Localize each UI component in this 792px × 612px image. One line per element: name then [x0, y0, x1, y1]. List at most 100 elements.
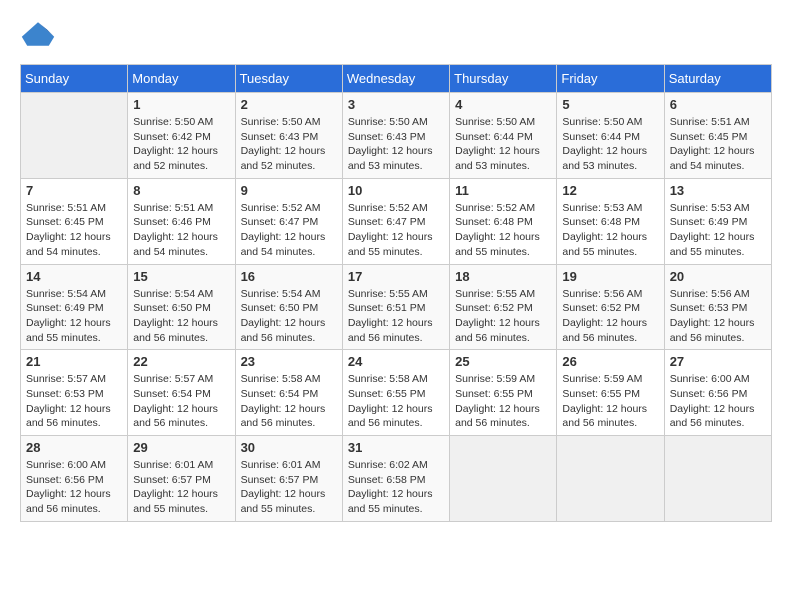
sunset-text: Sunset: 6:54 PM — [241, 388, 319, 400]
daylight-text: Daylight: 12 hours and 54 minutes. — [241, 231, 326, 258]
sunrise-text: Sunrise: 5:55 AM — [455, 288, 535, 300]
sunrise-text: Sunrise: 5:56 AM — [670, 288, 750, 300]
header-thursday: Thursday — [450, 65, 557, 93]
day-number: 3 — [348, 97, 444, 112]
sunrise-text: Sunrise: 5:51 AM — [670, 116, 750, 128]
daylight-text: Daylight: 12 hours and 56 minutes. — [670, 317, 755, 344]
calendar-cell: 14 Sunrise: 5:54 AM Sunset: 6:49 PM Dayl… — [21, 264, 128, 350]
day-number: 19 — [562, 269, 658, 284]
day-info: Sunrise: 5:52 AM Sunset: 6:47 PM Dayligh… — [348, 201, 444, 260]
logo — [20, 20, 60, 48]
daylight-text: Daylight: 12 hours and 55 minutes. — [133, 488, 218, 515]
sunset-text: Sunset: 6:49 PM — [26, 302, 104, 314]
sunrise-text: Sunrise: 5:53 AM — [562, 202, 642, 214]
calendar-cell: 30 Sunrise: 6:01 AM Sunset: 6:57 PM Dayl… — [235, 436, 342, 522]
sunset-text: Sunset: 6:44 PM — [562, 131, 640, 143]
calendar-cell: 25 Sunrise: 5:59 AM Sunset: 6:55 PM Dayl… — [450, 350, 557, 436]
sunset-text: Sunset: 6:48 PM — [455, 216, 533, 228]
sunrise-text: Sunrise: 6:02 AM — [348, 459, 428, 471]
sunset-text: Sunset: 6:54 PM — [133, 388, 211, 400]
day-info: Sunrise: 5:57 AM Sunset: 6:54 PM Dayligh… — [133, 372, 229, 431]
sunrise-text: Sunrise: 5:59 AM — [562, 373, 642, 385]
day-number: 13 — [670, 183, 766, 198]
day-info: Sunrise: 5:51 AM Sunset: 6:45 PM Dayligh… — [26, 201, 122, 260]
sunset-text: Sunset: 6:56 PM — [26, 474, 104, 486]
sunset-text: Sunset: 6:51 PM — [348, 302, 426, 314]
week-row-1: 1 Sunrise: 5:50 AM Sunset: 6:42 PM Dayli… — [21, 93, 772, 179]
calendar-cell: 31 Sunrise: 6:02 AM Sunset: 6:58 PM Dayl… — [342, 436, 449, 522]
calendar-cell: 10 Sunrise: 5:52 AM Sunset: 6:47 PM Dayl… — [342, 178, 449, 264]
calendar-cell: 8 Sunrise: 5:51 AM Sunset: 6:46 PM Dayli… — [128, 178, 235, 264]
day-info: Sunrise: 6:02 AM Sunset: 6:58 PM Dayligh… — [348, 458, 444, 517]
daylight-text: Daylight: 12 hours and 52 minutes. — [241, 145, 326, 172]
daylight-text: Daylight: 12 hours and 56 minutes. — [241, 403, 326, 430]
header-friday: Friday — [557, 65, 664, 93]
calendar-cell: 27 Sunrise: 6:00 AM Sunset: 6:56 PM Dayl… — [664, 350, 771, 436]
daylight-text: Daylight: 12 hours and 56 minutes. — [133, 317, 218, 344]
week-row-3: 14 Sunrise: 5:54 AM Sunset: 6:49 PM Dayl… — [21, 264, 772, 350]
sunset-text: Sunset: 6:55 PM — [562, 388, 640, 400]
day-number: 23 — [241, 354, 337, 369]
daylight-text: Daylight: 12 hours and 56 minutes. — [348, 317, 433, 344]
sunset-text: Sunset: 6:47 PM — [348, 216, 426, 228]
day-info: Sunrise: 5:58 AM Sunset: 6:54 PM Dayligh… — [241, 372, 337, 431]
daylight-text: Daylight: 12 hours and 56 minutes. — [348, 403, 433, 430]
sunset-text: Sunset: 6:47 PM — [241, 216, 319, 228]
calendar-cell: 5 Sunrise: 5:50 AM Sunset: 6:44 PM Dayli… — [557, 93, 664, 179]
calendar-cell: 4 Sunrise: 5:50 AM Sunset: 6:44 PM Dayli… — [450, 93, 557, 179]
calendar-cell — [557, 436, 664, 522]
daylight-text: Daylight: 12 hours and 56 minutes. — [133, 403, 218, 430]
daylight-text: Daylight: 12 hours and 54 minutes. — [670, 145, 755, 172]
day-info: Sunrise: 5:57 AM Sunset: 6:53 PM Dayligh… — [26, 372, 122, 431]
header-sunday: Sunday — [21, 65, 128, 93]
daylight-text: Daylight: 12 hours and 56 minutes. — [455, 403, 540, 430]
calendar-cell: 19 Sunrise: 5:56 AM Sunset: 6:52 PM Dayl… — [557, 264, 664, 350]
sunset-text: Sunset: 6:46 PM — [133, 216, 211, 228]
sunrise-text: Sunrise: 5:54 AM — [241, 288, 321, 300]
day-info: Sunrise: 5:50 AM Sunset: 6:44 PM Dayligh… — [562, 115, 658, 174]
day-number: 28 — [26, 440, 122, 455]
day-info: Sunrise: 5:50 AM Sunset: 6:42 PM Dayligh… — [133, 115, 229, 174]
sunset-text: Sunset: 6:57 PM — [133, 474, 211, 486]
sunrise-text: Sunrise: 6:01 AM — [133, 459, 213, 471]
calendar-cell: 1 Sunrise: 5:50 AM Sunset: 6:42 PM Dayli… — [128, 93, 235, 179]
calendar-cell — [21, 93, 128, 179]
day-number: 2 — [241, 97, 337, 112]
day-number: 1 — [133, 97, 229, 112]
day-info: Sunrise: 5:54 AM Sunset: 6:49 PM Dayligh… — [26, 287, 122, 346]
sunrise-text: Sunrise: 5:54 AM — [26, 288, 106, 300]
sunset-text: Sunset: 6:45 PM — [26, 216, 104, 228]
day-number: 20 — [670, 269, 766, 284]
calendar-cell: 12 Sunrise: 5:53 AM Sunset: 6:48 PM Dayl… — [557, 178, 664, 264]
sunrise-text: Sunrise: 6:00 AM — [26, 459, 106, 471]
calendar-cell: 26 Sunrise: 5:59 AM Sunset: 6:55 PM Dayl… — [557, 350, 664, 436]
day-number: 10 — [348, 183, 444, 198]
sunrise-text: Sunrise: 5:50 AM — [562, 116, 642, 128]
day-info: Sunrise: 5:58 AM Sunset: 6:55 PM Dayligh… — [348, 372, 444, 431]
sunset-text: Sunset: 6:53 PM — [670, 302, 748, 314]
day-number: 6 — [670, 97, 766, 112]
header-saturday: Saturday — [664, 65, 771, 93]
day-info: Sunrise: 5:55 AM Sunset: 6:51 PM Dayligh… — [348, 287, 444, 346]
daylight-text: Daylight: 12 hours and 55 minutes. — [241, 488, 326, 515]
day-info: Sunrise: 6:00 AM Sunset: 6:56 PM Dayligh… — [26, 458, 122, 517]
daylight-text: Daylight: 12 hours and 55 minutes. — [348, 231, 433, 258]
day-info: Sunrise: 5:50 AM Sunset: 6:43 PM Dayligh… — [348, 115, 444, 174]
day-number: 7 — [26, 183, 122, 198]
calendar-cell: 7 Sunrise: 5:51 AM Sunset: 6:45 PM Dayli… — [21, 178, 128, 264]
day-number: 14 — [26, 269, 122, 284]
daylight-text: Daylight: 12 hours and 55 minutes. — [670, 231, 755, 258]
day-info: Sunrise: 5:50 AM Sunset: 6:44 PM Dayligh… — [455, 115, 551, 174]
sunset-text: Sunset: 6:56 PM — [670, 388, 748, 400]
day-number: 17 — [348, 269, 444, 284]
sunset-text: Sunset: 6:55 PM — [455, 388, 533, 400]
sunrise-text: Sunrise: 6:01 AM — [241, 459, 321, 471]
calendar-cell: 23 Sunrise: 5:58 AM Sunset: 6:54 PM Dayl… — [235, 350, 342, 436]
day-info: Sunrise: 5:53 AM Sunset: 6:48 PM Dayligh… — [562, 201, 658, 260]
header-wednesday: Wednesday — [342, 65, 449, 93]
sunset-text: Sunset: 6:42 PM — [133, 131, 211, 143]
sunrise-text: Sunrise: 5:57 AM — [133, 373, 213, 385]
day-info: Sunrise: 5:51 AM Sunset: 6:46 PM Dayligh… — [133, 201, 229, 260]
daylight-text: Daylight: 12 hours and 55 minutes. — [26, 317, 111, 344]
calendar-cell: 2 Sunrise: 5:50 AM Sunset: 6:43 PM Dayli… — [235, 93, 342, 179]
